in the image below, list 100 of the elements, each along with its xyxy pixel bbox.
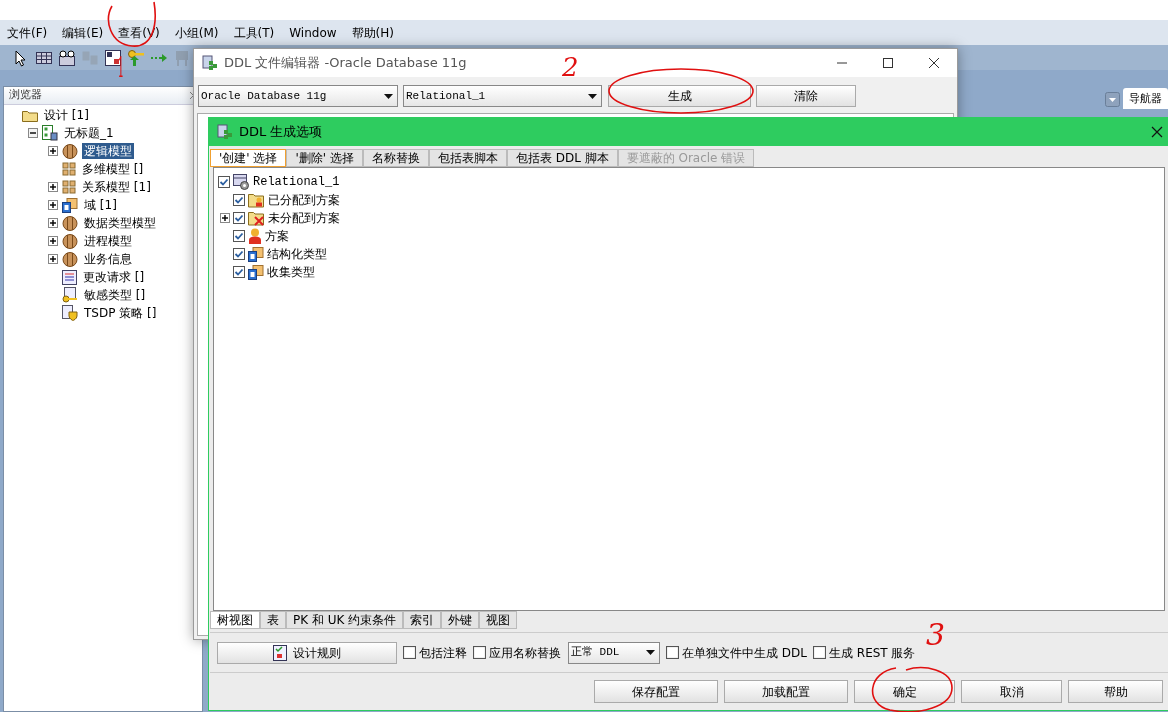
checkbox-label: 生成 REST 服务 (829, 644, 916, 662)
tree-item[interactable]: 敏感类型 [] (82, 287, 148, 303)
tab[interactable]: 视图 (479, 611, 518, 629)
tab[interactable]: 树视图 (210, 611, 260, 629)
expand-icon[interactable] (220, 213, 230, 223)
checkbox-label: 包括注释 (419, 644, 467, 662)
expand-icon[interactable] (48, 200, 58, 210)
model-select[interactable]: Relational_1 (403, 85, 602, 107)
tab[interactable]: '删除' 选择 (286, 149, 363, 167)
clear-button[interactable]: 清除 (756, 85, 856, 107)
checklist-icon (273, 644, 287, 661)
tree-item[interactable]: 收集类型 (267, 264, 315, 280)
expand-icon[interactable] (48, 218, 58, 228)
tree-item[interactable]: 设计 [1] (42, 107, 91, 123)
tab[interactable]: 包括表脚本 (428, 149, 507, 167)
type-icon (62, 197, 78, 213)
tree-item[interactable]: 方案 (265, 228, 289, 244)
tree-item[interactable]: Relational_1 (253, 174, 340, 190)
dialog-button[interactable]: 保存配置 (594, 680, 718, 703)
tree-item[interactable]: 逻辑模型 (82, 143, 134, 159)
checkbox[interactable] (233, 230, 245, 242)
tree-item[interactable]: 进程模型 (82, 233, 134, 249)
shield-document-icon (62, 305, 78, 321)
tab[interactable]: 外键 (441, 611, 480, 629)
tab[interactable]: PK 和 UK 约束条件 (286, 611, 404, 629)
menu-item[interactable]: 文件(F) (7, 23, 48, 42)
ddl-type-select[interactable]: 正常 DDL (568, 641, 660, 664)
dialog-button[interactable]: 取消 (961, 680, 1062, 703)
expand-icon[interactable] (48, 254, 58, 264)
tree-item[interactable]: TSDP 策略 [] (82, 305, 159, 321)
menu-item[interactable]: 小组(M) (174, 23, 219, 42)
dialog-title: DDL 生成选项 (239, 123, 323, 142)
barrel-icon (62, 143, 78, 159)
checkbox[interactable] (233, 212, 245, 224)
tree-item[interactable]: 结构化类型 (267, 246, 327, 262)
checkbox-label: 应用名称替换 (489, 644, 561, 662)
folder-cross-icon (248, 210, 265, 226)
tab[interactable]: 包括表 DDL 脚本 (506, 149, 618, 167)
menu-item[interactable]: 工具(T) (233, 23, 275, 42)
app-icon (202, 55, 218, 71)
close-icon[interactable] (1151, 126, 1163, 138)
tree-item[interactable]: 业务信息 (82, 251, 134, 267)
barrel-icon (62, 215, 78, 231)
barrel-icon (62, 251, 78, 267)
table-gear-icon (233, 174, 250, 190)
panel-title: 浏览器 (9, 87, 42, 104)
checkbox[interactable] (233, 248, 245, 260)
menu-item[interactable]: Window (289, 23, 337, 42)
tree-item[interactable]: 域 [1] (82, 197, 119, 213)
checkbox[interactable] (233, 194, 245, 206)
caret-icon (646, 650, 655, 655)
model-icon (42, 125, 58, 141)
tree-item[interactable]: 数据类型模型 (82, 215, 158, 231)
checkbox[interactable] (813, 646, 826, 659)
tree-item[interactable]: 已分配到方案 (268, 192, 340, 208)
checkbox[interactable] (473, 646, 486, 659)
annotation-number: 3 (926, 618, 946, 652)
folder-user-icon (248, 192, 265, 208)
dialog-button[interactable]: 确定 (854, 680, 955, 703)
menu-item[interactable]: 编辑(E) (62, 23, 104, 42)
expand-icon[interactable] (48, 236, 58, 246)
collapse-icon[interactable] (28, 128, 38, 138)
expand-icon[interactable] (48, 146, 58, 156)
tree-item[interactable]: 无标题_1 (62, 125, 116, 141)
design-rules-button[interactable]: 设计规则 (217, 641, 397, 664)
type-icon (248, 246, 264, 262)
checkbox-label: 在单独文件中生成 DDL (682, 644, 807, 662)
menu-item[interactable]: 帮助(H) (351, 23, 394, 42)
checkbox[interactable] (218, 176, 230, 188)
checkbox[interactable] (403, 646, 416, 659)
expand-icon[interactable] (48, 182, 58, 192)
document-icon (62, 269, 77, 285)
type-icon (248, 264, 264, 280)
annotation-number: 1 (117, 52, 125, 84)
database-select[interactable]: Oracle Database 11g (198, 85, 398, 107)
grid-icon (62, 180, 76, 194)
tab[interactable]: 名称替换 (362, 149, 429, 167)
tree-item[interactable]: 关系模型 [1] (80, 179, 153, 195)
dialog-button[interactable]: 帮助 (1068, 680, 1163, 703)
generate-button[interactable]: 生成 (608, 85, 751, 107)
checkbox[interactable] (666, 646, 679, 659)
caret-icon (588, 93, 597, 99)
tab[interactable]: 表 (260, 611, 286, 629)
tree-item[interactable]: 更改请求 [] (81, 269, 147, 285)
dialog-button[interactable]: 加载配置 (724, 680, 848, 703)
tree-item[interactable]: 多维模型 [] (80, 161, 146, 177)
folder-icon (22, 108, 38, 122)
tab[interactable]: '创建' 选择 (210, 149, 287, 167)
grid-icon (62, 162, 76, 176)
tab[interactable]: 索引 (403, 611, 442, 629)
glasses-table-icon[interactable] (58, 48, 76, 67)
key-arrow-icon[interactable] (127, 48, 145, 67)
person-icon (248, 228, 262, 244)
dropdown-icon[interactable] (1105, 92, 1120, 107)
navigator-tab[interactable]: 导航器 (1123, 88, 1168, 109)
app-icon (217, 124, 233, 140)
tree-item[interactable]: 未分配到方案 (268, 210, 340, 226)
key-document-icon (62, 287, 78, 303)
barrel-icon (62, 233, 78, 249)
checkbox[interactable] (233, 266, 245, 278)
